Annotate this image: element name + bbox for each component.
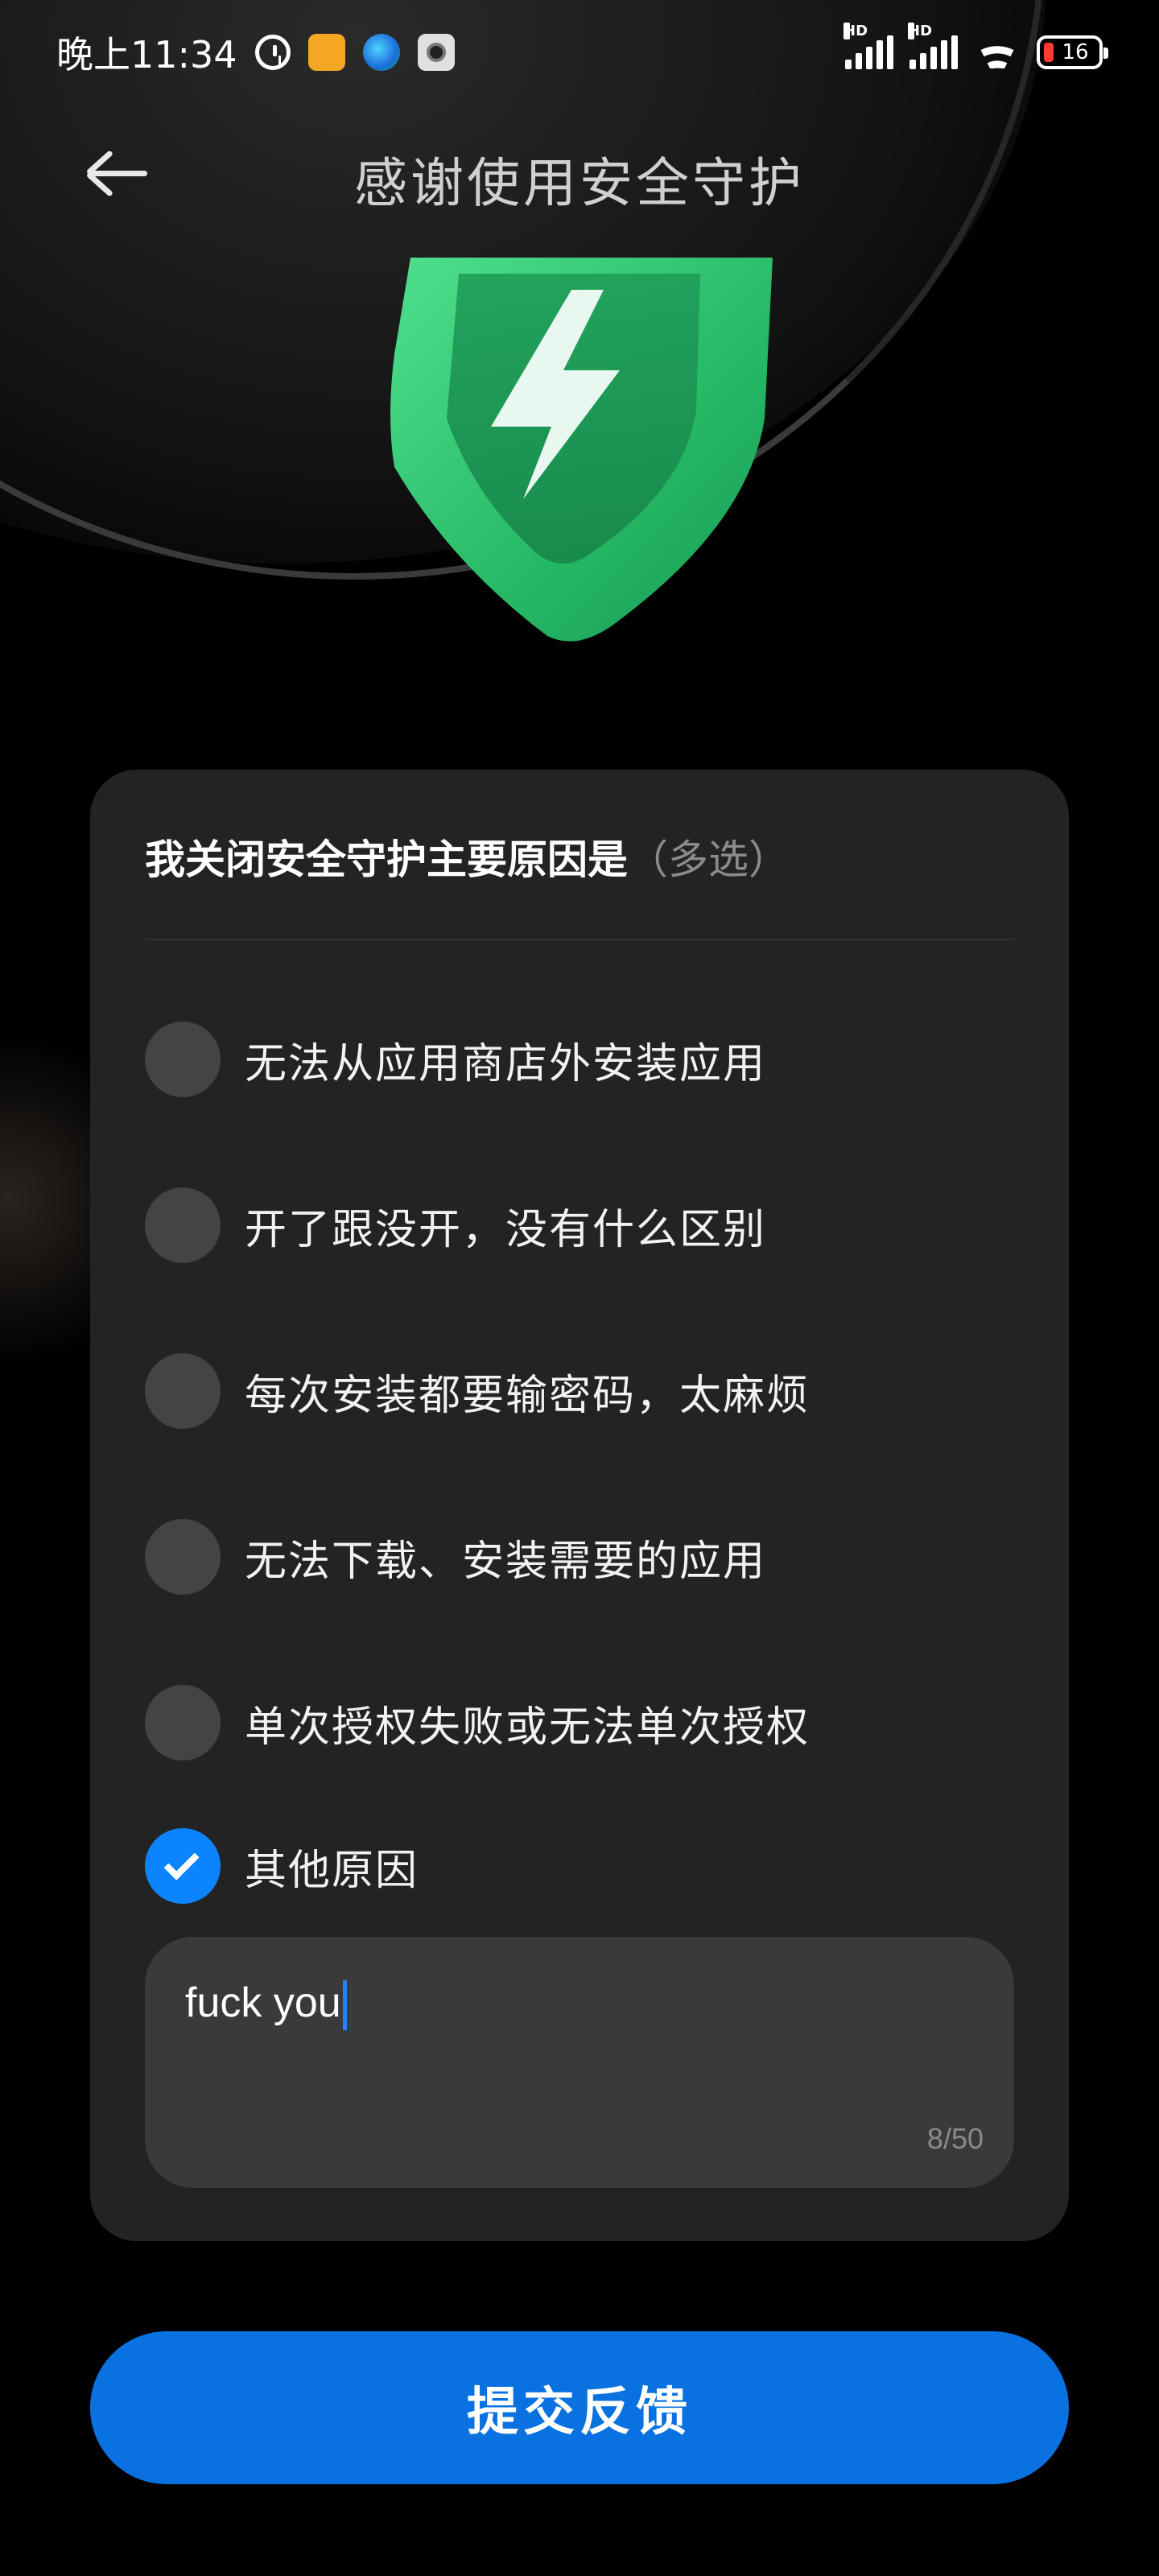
divider [145, 939, 1014, 940]
submit-feedback-button[interactable]: 提交反馈 [90, 2331, 1069, 2484]
page-title: 感谢使用安全守护 [354, 152, 805, 214]
checkbox[interactable] [145, 1022, 221, 1097]
edge-browser-icon [362, 34, 400, 71]
screen: 晚上11:34 HD HD 16 感谢使用安全守护 我关闭安全守护主要原因是（多… [0, 0, 1159, 2576]
option-item-other[interactable]: 其他原因 [145, 1826, 1014, 1906]
shield-illustration [390, 258, 773, 642]
network-type-label: HD [908, 23, 933, 39]
survey-card: 我关闭安全守护主要原因是（多选） 无法从应用商店外安装应用 开了跟没开，没有什么… [90, 770, 1069, 2241]
other-reason-text: fuck you [185, 1979, 347, 2031]
status-right: HD HD 16 [843, 23, 1108, 69]
alarm-icon [254, 35, 291, 70]
option-item[interactable]: 无法从应用商店外安装应用 [145, 1019, 1014, 1100]
header: 感谢使用安全守护 [0, 121, 1159, 217]
checkbox[interactable] [145, 1353, 221, 1429]
multi-select-hint: （多选） [628, 836, 789, 883]
checkbox[interactable] [145, 1519, 221, 1595]
status-time: 晚上11:34 [56, 33, 237, 76]
notes-app-icon [307, 34, 345, 71]
signal-icon: HD [843, 23, 893, 69]
battery-fill [1044, 43, 1054, 62]
other-reason-value: fuck you [185, 1979, 341, 2026]
option-item[interactable]: 开了跟没开，没有什么区别 [145, 1185, 1014, 1265]
status-bar: 晚上11:34 HD HD 16 [0, 0, 1159, 105]
option-item[interactable]: 无法下载、安装需要的应用 [145, 1517, 1014, 1597]
checkbox[interactable] [145, 1685, 221, 1761]
option-item[interactable]: 每次安装都要输密码，太麻烦 [145, 1351, 1014, 1431]
option-label: 其他原因 [245, 1846, 419, 1895]
camera-app-icon [417, 34, 455, 71]
text-cursor [342, 1980, 347, 2031]
option-label: 单次授权失败或无法单次授权 [245, 1703, 810, 1752]
submit-label: 提交反馈 [467, 2383, 692, 2441]
signal-icon: HD [908, 23, 958, 69]
survey-question: 我关闭安全守护主要原因是 [145, 836, 628, 883]
status-left: 晚上11:34 [56, 26, 455, 79]
shield-lightning-icon [378, 258, 781, 660]
checkmark-icon [163, 1844, 200, 1880]
survey-title: 我关闭安全守护主要原因是（多选） [145, 828, 789, 886]
option-label: 每次安装都要输密码，太麻烦 [245, 1371, 810, 1420]
option-item[interactable]: 单次授权失败或无法单次授权 [145, 1682, 1014, 1763]
checkbox[interactable] [145, 1187, 221, 1263]
option-label: 无法下载、安装需要的应用 [245, 1537, 767, 1586]
option-label: 无法从应用商店外安装应用 [245, 1039, 767, 1088]
battery-level: 16 [1062, 40, 1089, 64]
other-reason-input[interactable]: fuck you 8/50 [145, 1937, 1014, 2188]
checkbox-checked[interactable] [145, 1828, 221, 1904]
network-type-label: HD [843, 23, 868, 39]
option-label: 开了跟没开，没有什么区别 [245, 1205, 767, 1254]
wifi-icon [974, 36, 1021, 68]
character-counter: 8/50 [926, 2122, 984, 2155]
battery-icon: 16 [1037, 35, 1108, 69]
